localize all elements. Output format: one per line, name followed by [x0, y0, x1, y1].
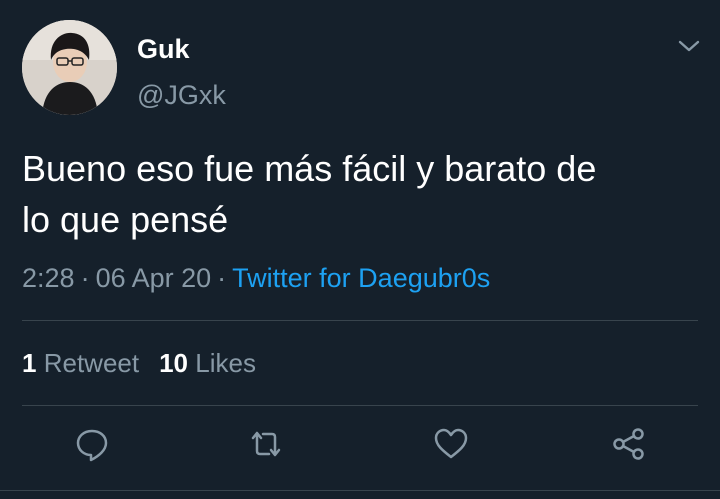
- likes-stat[interactable]: 10 Likes: [159, 348, 256, 378]
- reply-icon[interactable]: [73, 425, 111, 463]
- meta-separator: ·: [80, 263, 90, 293]
- retweets-stat[interactable]: 1 Retweet: [22, 348, 139, 378]
- tweet-source-link[interactable]: Twitter for Daegubr0s: [232, 263, 490, 293]
- tweet-date[interactable]: 06 Apr 20: [96, 263, 212, 293]
- meta-separator: ·: [217, 263, 227, 293]
- avatar[interactable]: [22, 20, 117, 115]
- tweet-time[interactable]: 2:28: [22, 263, 75, 293]
- tweet-text: Bueno eso fue más fácil y barato de lo q…: [22, 143, 702, 245]
- likes-label: Likes: [195, 348, 256, 378]
- display-name[interactable]: Guk: [137, 34, 190, 64]
- tweet-text-line-1: Bueno eso fue más fácil y barato de: [22, 148, 597, 189]
- share-icon[interactable]: [610, 425, 648, 463]
- chevron-down-icon[interactable]: [676, 36, 702, 56]
- retweets-count: 1: [22, 348, 37, 378]
- divider: [0, 490, 720, 491]
- avatar-image: [22, 20, 117, 115]
- retweet-icon[interactable]: [247, 425, 285, 463]
- retweets-label: Retweet: [43, 348, 140, 378]
- divider: [22, 405, 698, 406]
- heart-icon[interactable]: [432, 425, 470, 463]
- divider: [22, 320, 698, 321]
- user-handle[interactable]: @JGxk: [137, 80, 226, 110]
- tweet-detail: Guk @JGxk Bueno eso fue más fácil y bara…: [0, 0, 720, 499]
- tweet-stats: 1 Retweet 10 Likes: [22, 347, 256, 379]
- tweet-meta: 2:28 · 06 Apr 20 · Twitter for Daegubr0s: [22, 262, 490, 294]
- likes-count: 10: [159, 348, 189, 378]
- tweet-text-line-2: lo que pensé: [22, 199, 229, 240]
